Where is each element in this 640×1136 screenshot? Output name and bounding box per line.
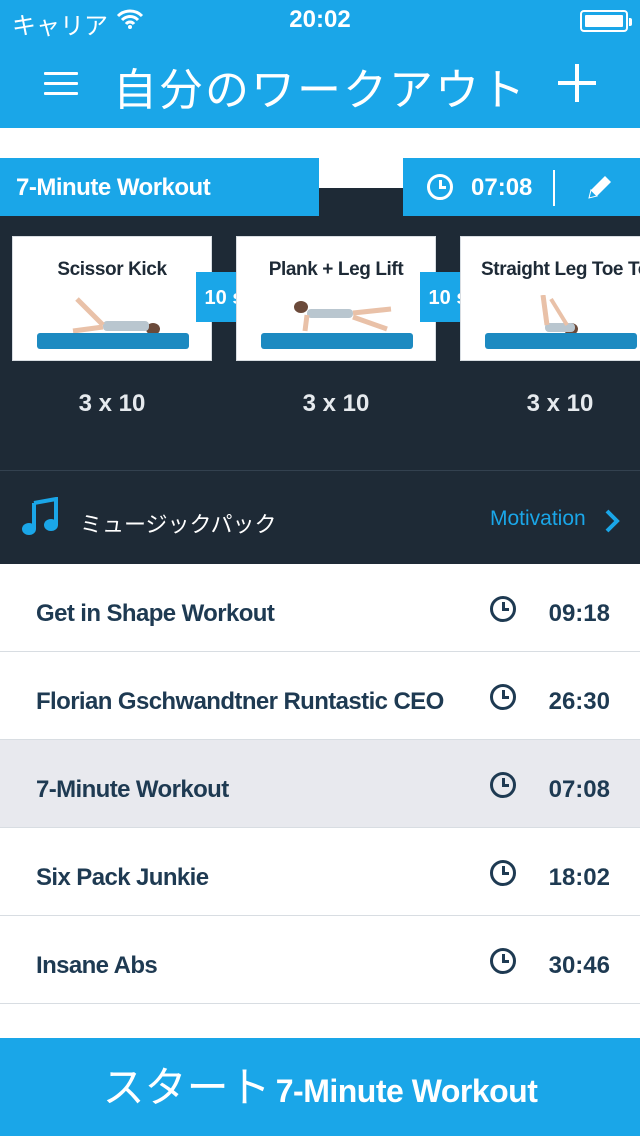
status-time: 20:02: [289, 6, 351, 33]
list-item-name: 7-Minute Workout: [36, 776, 229, 803]
clock-icon: [490, 860, 516, 886]
list-item[interactable]: Six Pack Junkie 18:02: [0, 828, 640, 916]
exercise-reps: 3 x 10: [302, 390, 370, 417]
clock-icon: [427, 174, 453, 200]
pencil-icon[interactable]: [581, 172, 617, 204]
page-title: 自分のワークアウト: [113, 65, 527, 116]
list-item-name: Insane Abs: [36, 952, 158, 979]
workout-duration: 07:08: [471, 174, 533, 201]
music-note-icon: [22, 497, 58, 535]
list-item-time: 26:30: [548, 688, 610, 715]
clock-icon: [490, 948, 516, 974]
list-item-time: 09:18: [548, 600, 610, 627]
workout-name-tab[interactable]: 7-Minute Workout: [0, 158, 319, 216]
exercise-figure: [72, 297, 160, 335]
exercise-mat: [485, 333, 637, 349]
exercise-name: Scissor Kick: [57, 259, 167, 280]
music-pack-label: ミュージックパック: [80, 513, 277, 538]
menu-icon[interactable]: [44, 68, 80, 98]
exercise-reps: 3 x 10: [526, 390, 594, 417]
music-pack-row[interactable]: ミュージックパック Motivation: [0, 470, 640, 564]
status-bar: キャリア 20:02: [0, 0, 640, 40]
plus-icon[interactable]: [558, 64, 596, 102]
workout-list: Get in Shape Workout 09:18 Florian Gschw…: [0, 564, 640, 1004]
exercise-mat: [261, 333, 413, 349]
divider: [553, 170, 555, 206]
clock-icon: [490, 772, 516, 798]
exercise-reps: 3 x 10: [78, 390, 146, 417]
exercise-figure: [540, 295, 578, 335]
list-item[interactable]: Florian Gschwandtner Runtastic CEO 26:30: [0, 652, 640, 740]
clock-icon: [490, 596, 516, 622]
workout-duration-tab: 07:08: [403, 158, 640, 216]
list-item-time: 18:02: [548, 864, 610, 891]
exercise-name: Plank + Leg Lift: [268, 259, 404, 280]
exercise-card[interactable]: Scissor Kick: [12, 236, 212, 361]
exercise-figure: [294, 301, 392, 332]
exercise-card[interactable]: Straight Leg Toe Touches: [460, 236, 640, 361]
list-item-name: Six Pack Junkie: [36, 864, 209, 891]
list-item[interactable]: Get in Shape Workout 09:18: [0, 564, 640, 652]
list-item-time: 30:46: [548, 952, 610, 979]
start-button-prefix: スタート: [102, 1063, 271, 1112]
chevron-right-icon[interactable]: [604, 509, 620, 533]
list-item[interactable]: Insane Abs 30:46: [0, 916, 640, 1004]
top-bar: キャリア 20:02 自分のワークアウト: [0, 0, 640, 128]
list-item-name: Get in Shape Workout: [36, 600, 275, 627]
list-item-name: Florian Gschwandtner Runtastic CEO: [36, 688, 444, 715]
start-button-workout-name: 7-Minute Workout: [275, 1073, 538, 1109]
exercise-mat: [37, 333, 189, 349]
list-item-selected[interactable]: 7-Minute Workout 07:08: [0, 740, 640, 828]
music-pack-value[interactable]: Motivation: [490, 507, 586, 531]
exercise-card[interactable]: Plank + Leg Lift: [236, 236, 436, 361]
exercise-name: Straight Leg Toe Touches: [481, 259, 640, 280]
start-button[interactable]: スタート 7-Minute Workout: [0, 1038, 640, 1136]
clock-icon: [490, 684, 516, 710]
battery-icon: [580, 10, 632, 32]
list-item-time: 07:08: [548, 776, 610, 803]
